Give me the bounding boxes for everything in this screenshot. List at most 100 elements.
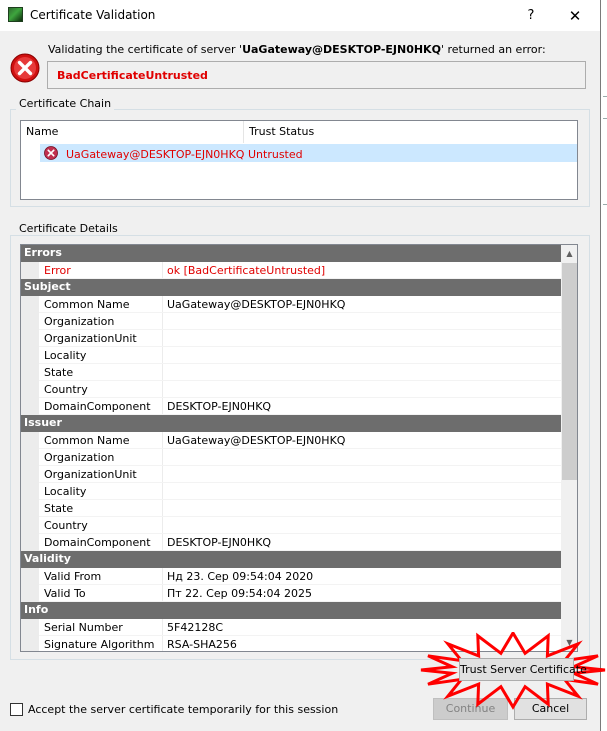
certificate-chain-label: Certificate Chain (16, 97, 115, 110)
section-title: Subject (24, 280, 71, 293)
property-name: Organization (44, 315, 115, 328)
property-row[interactable]: DomainComponent DESKTOP-EJN0HKQ (21, 534, 561, 551)
row-gutter (21, 449, 39, 466)
property-value: Пт 22. Сер 09:54:04 2025 (167, 587, 312, 600)
section-title: Validity (24, 552, 71, 565)
section-title: Errors (24, 246, 62, 259)
property-row[interactable]: State (21, 500, 561, 517)
column-divider (162, 500, 163, 517)
row-gutter (21, 432, 39, 449)
column-divider (162, 619, 163, 636)
property-row[interactable]: Organization (21, 449, 561, 466)
chain-row-status: Untrusted (248, 148, 303, 161)
property-row[interactable]: Country (21, 381, 561, 398)
section-title: Info (24, 603, 49, 616)
row-gutter (21, 381, 39, 398)
property-name: Country (44, 383, 88, 396)
property-row[interactable]: OrganizationUnit (21, 466, 561, 483)
column-divider (162, 381, 163, 398)
column-divider (162, 398, 163, 415)
property-value: UaGateway@DESKTOP-EJN0HKQ (167, 434, 346, 447)
property-name: State (44, 502, 74, 515)
property-row[interactable]: Locality (21, 483, 561, 500)
property-row[interactable]: Organization (21, 313, 561, 330)
property-name: Organization (44, 451, 115, 464)
property-row[interactable]: Valid To Пт 22. Сер 09:54:04 2025 (21, 585, 561, 602)
property-row[interactable]: State (21, 364, 561, 381)
section-header-subject[interactable]: Subject (21, 279, 561, 296)
column-divider (162, 313, 163, 330)
section-header-info[interactable]: Info (21, 602, 561, 619)
row-gutter (21, 330, 39, 347)
property-row[interactable]: OrganizationUnit (21, 330, 561, 347)
column-divider (162, 449, 163, 466)
chain-row-name: UaGateway@DESKTOP-EJN0HKQ (66, 148, 245, 161)
row-gutter (21, 517, 39, 534)
column-header-trust-status[interactable]: Trust Status (244, 121, 577, 143)
scroll-thumb[interactable] (562, 263, 577, 480)
property-row[interactable]: Country (21, 517, 561, 534)
row-gutter (21, 262, 39, 279)
scroll-up-arrow-icon[interactable]: ▲ (561, 245, 577, 262)
server-name: UaGateway@DESKTOP-EJN0HKQ (242, 43, 441, 56)
row-gutter (21, 313, 39, 330)
app-icon (8, 7, 23, 22)
property-name: Valid To (44, 587, 86, 600)
property-name: Serial Number (44, 621, 123, 634)
row-gutter (21, 364, 39, 381)
accept-temporarily-checkbox[interactable] (10, 703, 23, 716)
row-gutter (21, 398, 39, 415)
help-button[interactable]: ? (514, 4, 548, 28)
accept-temporarily-label[interactable]: Accept the server certificate temporaril… (28, 703, 338, 716)
section-header-validity[interactable]: Validity (21, 551, 561, 568)
property-row[interactable]: Locality (21, 347, 561, 364)
column-divider (162, 432, 163, 449)
column-divider (162, 296, 163, 313)
property-row[interactable]: Error ok [BadCertificateUntrusted] (21, 262, 561, 279)
column-divider (162, 466, 163, 483)
property-value: RSA-SHA256 (167, 638, 237, 651)
row-gutter (21, 296, 39, 313)
column-header-name[interactable]: Name (21, 121, 244, 143)
property-row[interactable]: Common Name UaGateway@DESKTOP-EJN0HKQ (21, 432, 561, 449)
property-row[interactable]: DomainComponent DESKTOP-EJN0HKQ (21, 398, 561, 415)
close-button[interactable]: ✕ (558, 4, 592, 28)
column-divider (162, 330, 163, 347)
column-divider (162, 568, 163, 585)
property-name: OrganizationUnit (44, 468, 137, 481)
column-divider (162, 517, 163, 534)
certificate-details-grid[interactable]: Errors Error ok [BadCertificateUntrusted] S… (20, 244, 578, 652)
column-divider (162, 262, 163, 279)
section-header-errors[interactable]: Errors (21, 245, 561, 262)
property-row[interactable]: Common Name UaGateway@DESKTOP-EJN0HKQ (21, 296, 561, 313)
error-code: BadCertificateUntrusted (57, 69, 208, 82)
error-message: Validating the certificate of server 'Ua… (48, 43, 546, 56)
property-name: Common Name (44, 434, 130, 447)
property-row[interactable]: Valid From Нд 23. Сер 09:54:04 2020 (21, 568, 561, 585)
property-value: Нд 23. Сер 09:54:04 2020 (167, 570, 314, 583)
row-gutter (21, 534, 39, 551)
column-divider (162, 636, 163, 651)
property-name: DomainComponent (44, 536, 151, 549)
section-header-issuer[interactable]: Issuer (21, 415, 561, 432)
row-gutter (21, 585, 39, 602)
row-gutter (21, 500, 39, 517)
trust-server-certificate-button[interactable]: Trust Server Certificate (459, 658, 587, 681)
property-name: Locality (44, 485, 87, 498)
vertical-scrollbar[interactable]: ▲ ▼ (561, 245, 577, 651)
property-value: 5F42128C (167, 621, 223, 634)
row-gutter (21, 347, 39, 364)
row-gutter (21, 466, 39, 483)
error-icon (10, 53, 40, 83)
column-divider (162, 364, 163, 381)
row-gutter (21, 619, 39, 636)
row-gutter (21, 636, 39, 651)
property-name: Signature Algorithm (44, 638, 155, 651)
property-name: State (44, 366, 74, 379)
property-value: DESKTOP-EJN0HKQ (167, 400, 272, 413)
column-divider (162, 534, 163, 551)
property-name: DomainComponent (44, 400, 151, 413)
column-divider (162, 585, 163, 602)
section-title: Issuer (24, 416, 62, 429)
property-name: OrganizationUnit (44, 332, 137, 345)
